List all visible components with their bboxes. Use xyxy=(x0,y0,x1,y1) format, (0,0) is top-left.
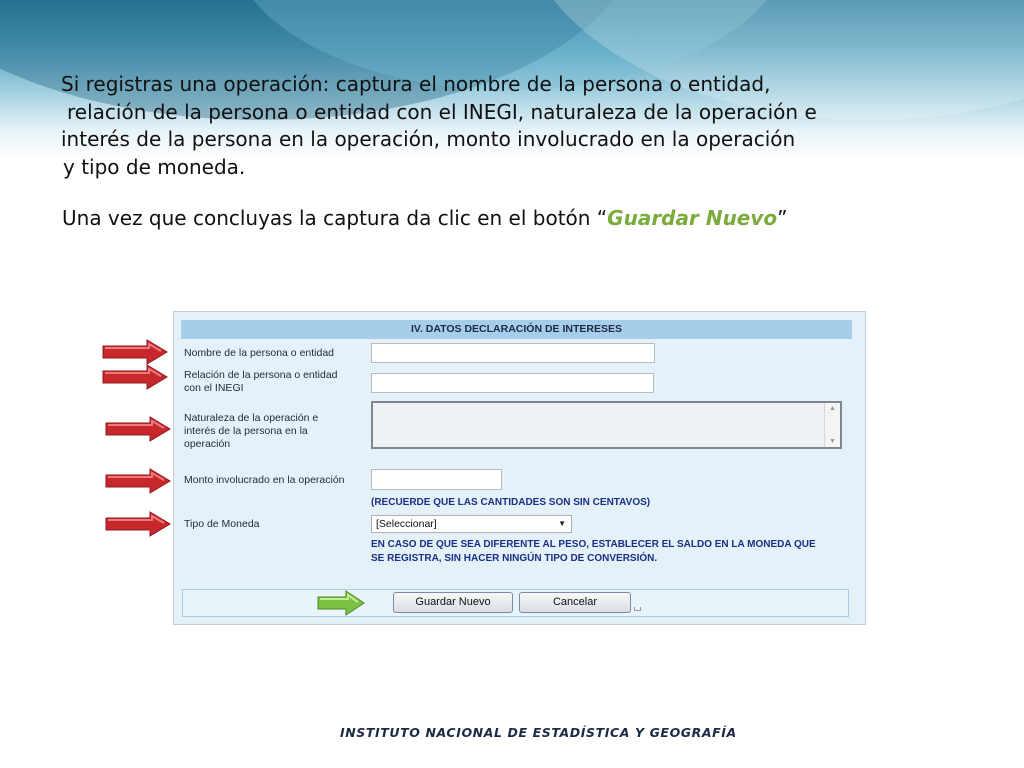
monto-label: Monto involucrado en la operación xyxy=(184,474,345,486)
nombre-label: Nombre de la persona o entidad xyxy=(184,347,335,359)
red-arrow-icon xyxy=(102,339,168,365)
naturaleza-label-line: operación xyxy=(184,438,231,450)
guardar-nuevo-button[interactable]: Guardar Nuevo xyxy=(393,592,513,613)
instruction-highlight: Guardar Nuevo xyxy=(607,206,778,230)
naturaleza-label: Naturaleza de la operación e interés de … xyxy=(184,412,318,451)
nombre-input[interactable] xyxy=(371,343,655,363)
relacion-label-line: Relación de la persona o entidad xyxy=(184,369,338,381)
green-arrow-icon xyxy=(317,590,365,616)
instruction-suffix: ” xyxy=(777,206,788,230)
relacion-input[interactable] xyxy=(371,373,654,393)
naturaleza-label-line: interés de la persona en la xyxy=(184,425,308,437)
textarea-scrollbar[interactable]: ▲ ▼ xyxy=(824,403,840,447)
resize-handle-icon xyxy=(634,607,641,611)
red-arrow-icon xyxy=(105,468,171,494)
intro-line: y tipo de moneda. xyxy=(63,154,246,179)
institution-footer: INSTITUTO NACIONAL DE ESTADÍSTICA Y GEOG… xyxy=(340,725,737,740)
intro-line: relación de la persona o entidad con el … xyxy=(67,99,817,124)
intro-line: interés de la persona en la operación, m… xyxy=(61,127,796,151)
moneda-label: Tipo de Moneda xyxy=(184,518,260,530)
moneda-select[interactable]: [Seleccionar] ▼ xyxy=(371,515,572,533)
naturaleza-textarea[interactable]: ▲ ▼ xyxy=(371,401,842,449)
moneda-note: EN CASO DE QUE SEA DIFERENTE AL PESO, ES… xyxy=(371,538,816,566)
moneda-note-line: SE REGISTRA, SIN HACER NINGÚN TIPO DE CO… xyxy=(371,553,658,564)
scroll-up-icon[interactable]: ▲ xyxy=(825,405,840,412)
instruction-text: Una vez que concluyas la captura da clic… xyxy=(62,206,788,230)
moneda-selected-value: [Seleccionar] xyxy=(376,518,437,530)
monto-input[interactable] xyxy=(371,469,502,490)
intro-line: Si registras una operación: captura el n… xyxy=(61,72,771,96)
scroll-down-icon[interactable]: ▼ xyxy=(825,438,840,445)
moneda-note-line: EN CASO DE QUE SEA DIFERENTE AL PESO, ES… xyxy=(371,539,816,550)
section-title: IV. DATOS DECLARACIÓN DE INTERESES xyxy=(181,320,852,339)
instruction-prefix: Una vez que concluyas la captura da clic… xyxy=(62,206,608,230)
red-arrow-icon xyxy=(102,364,168,390)
intro-text: Si registras una operación: captura el n… xyxy=(61,71,961,181)
dropdown-caret-icon[interactable]: ▼ xyxy=(558,516,566,532)
relacion-label-line: con el INEGI xyxy=(184,382,244,394)
red-arrow-icon xyxy=(105,416,171,442)
relacion-label: Relación de la persona o entidad con el … xyxy=(184,369,338,395)
red-arrow-icon xyxy=(105,511,171,537)
monto-note: (RECUERDE QUE LAS CANTIDADES SON SIN CEN… xyxy=(371,497,651,508)
declaration-form-panel: IV. DATOS DECLARACIÓN DE INTERESES Nombr… xyxy=(173,311,866,625)
naturaleza-label-line: Naturaleza de la operación e xyxy=(184,412,319,424)
button-bar xyxy=(182,589,849,617)
cancelar-button[interactable]: Cancelar xyxy=(519,592,631,613)
